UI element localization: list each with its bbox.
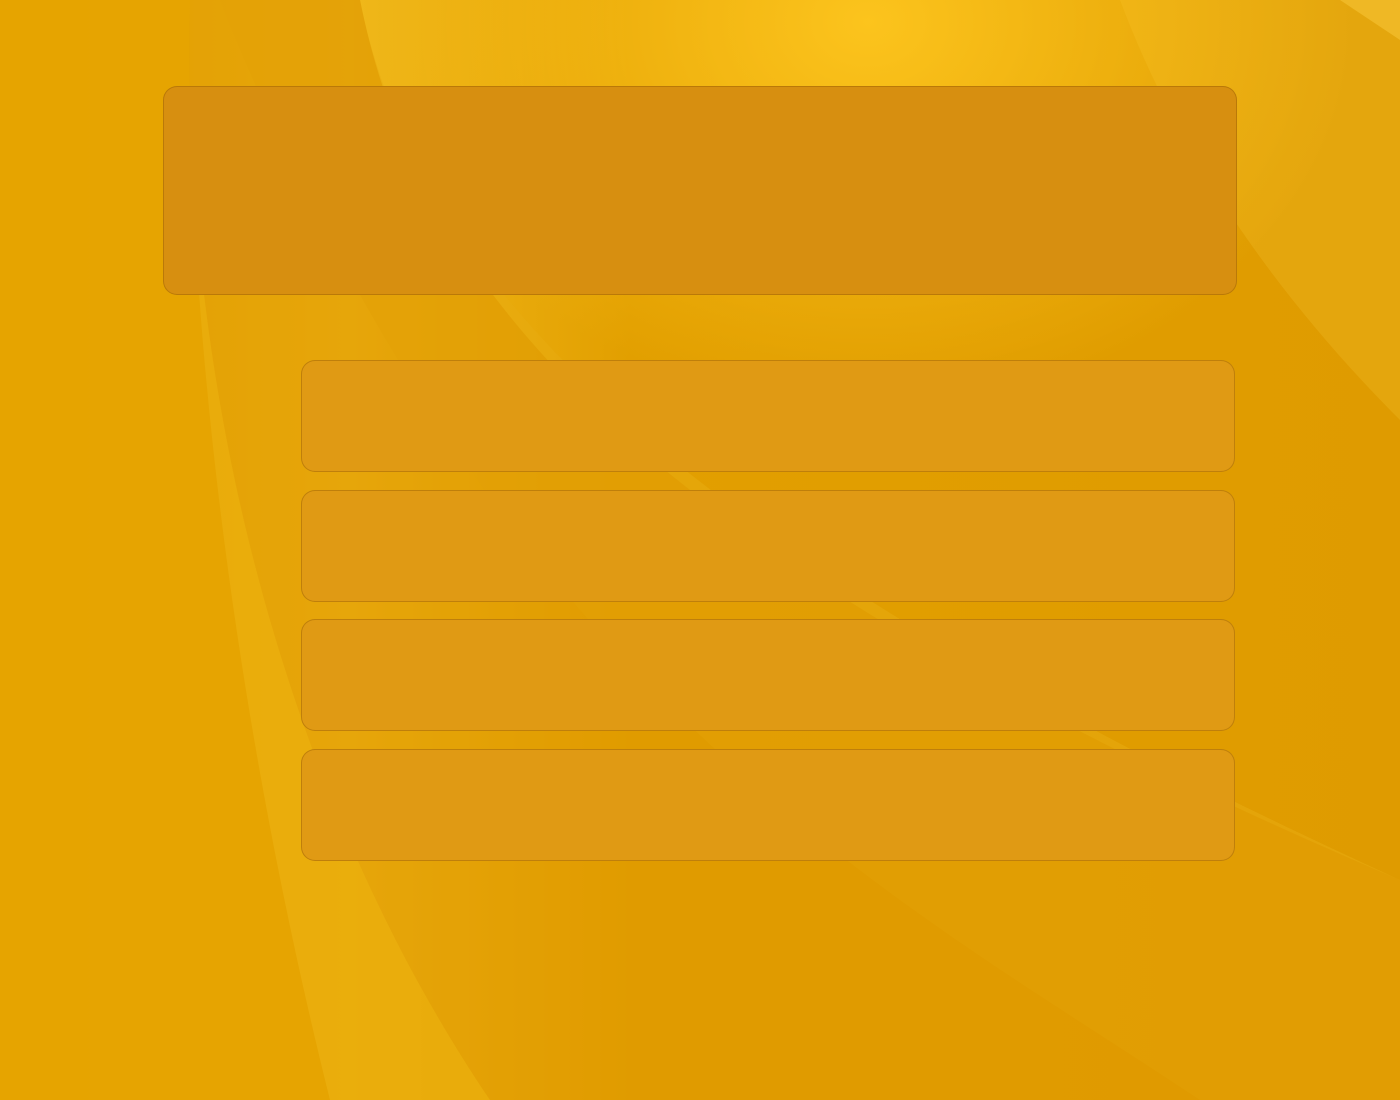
option-button-2[interactable] bbox=[301, 490, 1235, 602]
header-panel bbox=[163, 86, 1237, 295]
option-button-1[interactable] bbox=[301, 360, 1235, 472]
screen bbox=[0, 0, 1400, 1100]
option-button-4[interactable] bbox=[301, 749, 1235, 861]
option-button-3[interactable] bbox=[301, 619, 1235, 731]
